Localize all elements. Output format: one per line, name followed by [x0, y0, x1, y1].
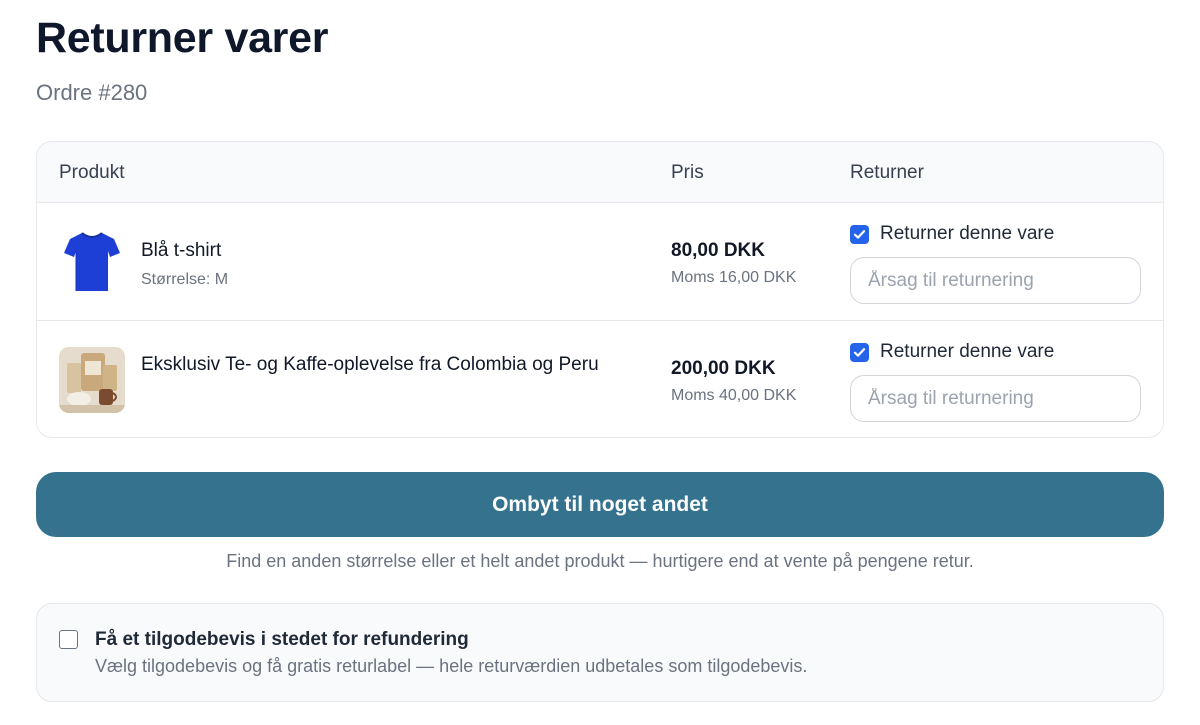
- exchange-button[interactable]: Ombyt til noget andet: [36, 472, 1164, 537]
- product-vat: Moms 40,00 DKK: [671, 387, 797, 404]
- return-items-table: Produkt Pris Returner Blå t-shirt Større…: [36, 141, 1164, 438]
- product-image-tshirt: [59, 229, 125, 295]
- exchange-note: Find en anden størrelse eller et helt an…: [226, 551, 974, 571]
- product-name: Blå t-shirt: [141, 240, 222, 261]
- return-checkbox[interactable]: [850, 342, 869, 362]
- page-title: Returner varer: [36, 14, 329, 62]
- return-item-checkbox-row[interactable]: Returner denne vare: [850, 341, 1054, 363]
- table-row: Blå t-shirt Størrelse: M 80,00 DKK Moms …: [37, 203, 1163, 321]
- store-credit-option[interactable]: Få et tilgodebevis i stedet for refunder…: [36, 603, 1164, 702]
- store-credit-description: Vælg tilgodebevis og få gratis returlabe…: [95, 656, 808, 676]
- store-credit-title[interactable]: Få et tilgodebevis i stedet for refunder…: [95, 629, 469, 651]
- order-number: Ordre #280: [36, 80, 148, 105]
- store-credit-checkbox[interactable]: [59, 630, 78, 649]
- column-header-price: Pris: [671, 162, 704, 183]
- return-checkbox[interactable]: [850, 224, 869, 244]
- tshirt-icon: [64, 232, 120, 291]
- return-checkbox-label[interactable]: Returner denne vare: [880, 223, 1054, 245]
- table-header: Produkt Pris Returner: [37, 142, 1163, 203]
- column-header-product: Produkt: [59, 162, 125, 183]
- product-price: 80,00 DKK: [671, 240, 765, 261]
- tea-coffee-set-icon: [59, 347, 125, 413]
- checkmark-icon: [853, 229, 866, 239]
- return-page: Returner varer Ordre #280 Produkt Pris R…: [0, 0, 1200, 725]
- product-variant: Størrelse: M: [141, 271, 229, 288]
- return-reason-input[interactable]: [850, 375, 1141, 422]
- checkmark-icon: [853, 347, 866, 357]
- return-checkbox-label[interactable]: Returner denne vare: [880, 341, 1054, 363]
- table-row: Eksklusiv Te- og Kaffe-oplevelse fra Col…: [37, 321, 1163, 437]
- return-reason-input[interactable]: [850, 257, 1141, 304]
- column-header-return: Returner: [850, 162, 924, 183]
- return-item-checkbox-row[interactable]: Returner denne vare: [850, 223, 1054, 245]
- product-price: 200,00 DKK: [671, 358, 776, 379]
- product-image-tea-coffee: [59, 347, 125, 413]
- product-name: Eksklusiv Te- og Kaffe-oplevelse fra Col…: [141, 354, 599, 375]
- product-vat: Moms 16,00 DKK: [671, 269, 797, 286]
